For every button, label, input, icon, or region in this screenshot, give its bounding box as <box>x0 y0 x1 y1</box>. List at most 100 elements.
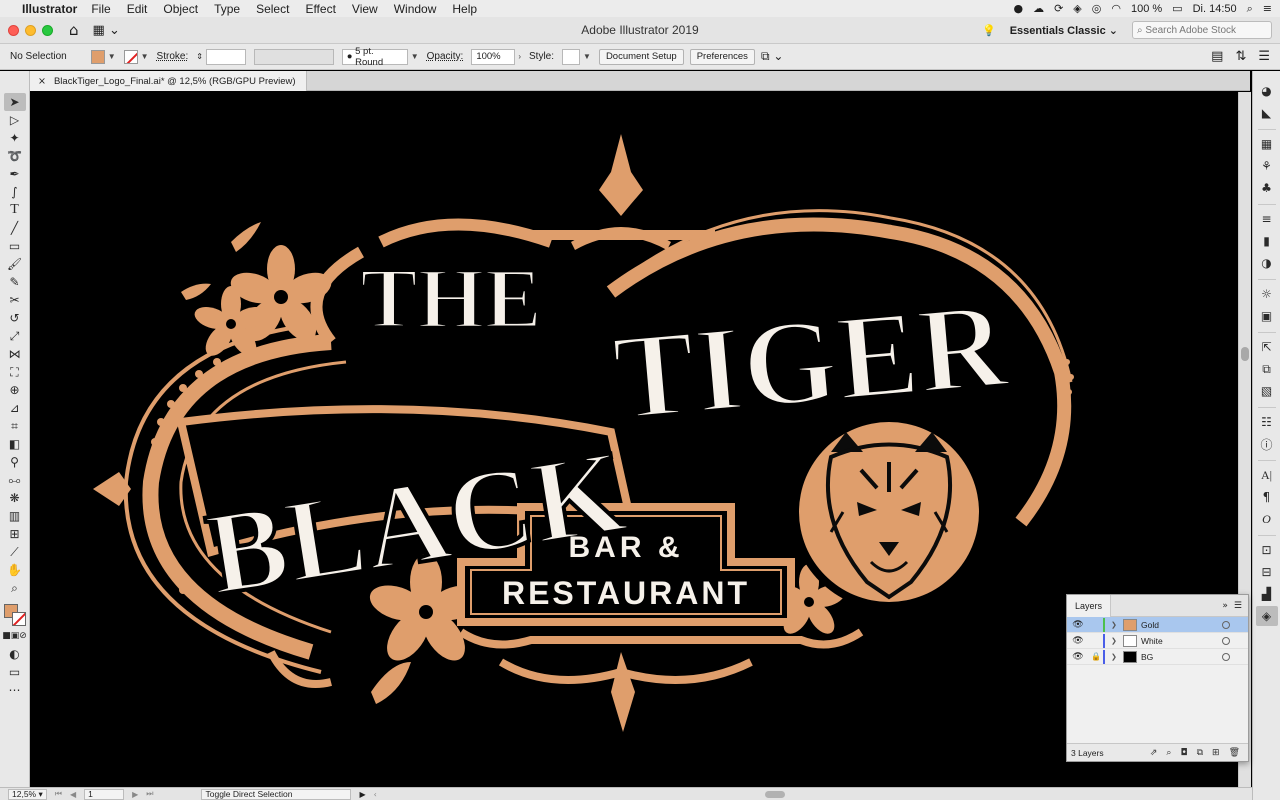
graphic-styles-panel-icon[interactable]: ▣ <box>1256 306 1278 326</box>
target-icon[interactable]: ◎ <box>1092 2 1102 15</box>
lock-icon[interactable]: 🔒 <box>1089 652 1103 661</box>
preferences-button[interactable]: Preferences <box>689 48 755 65</box>
column-graph-tool-icon[interactable]: ▥ <box>4 507 26 525</box>
layers-tab[interactable]: Layers <box>1067 594 1112 617</box>
close-window-button[interactable] <box>8 24 19 36</box>
draw-mode-icon[interactable]: ◐ <box>4 645 26 663</box>
zoom-level-field[interactable]: 12,5% ▾ <box>8 788 47 800</box>
status-tool-hint[interactable]: Toggle Direct Selection <box>201 788 352 800</box>
transparency-panel-icon[interactable]: ◑ <box>1256 253 1278 273</box>
shaper-tool-icon[interactable]: ✎ <box>4 273 26 291</box>
rotate-tool-icon[interactable]: ↺ <box>4 309 26 327</box>
distribute-icon[interactable]: ⇅ <box>1235 49 1246 64</box>
menu-help[interactable]: Help <box>452 2 477 16</box>
color-mode-icon[interactable]: ■▣⊘ <box>2 627 27 645</box>
magic-wand-tool-icon[interactable]: ✦ <box>4 129 26 147</box>
appearance-panel-icon[interactable]: ☼ <box>1256 284 1278 304</box>
layers-panel-icon[interactable]: ◈ <box>1255 606 1278 626</box>
character-panel-icon[interactable]: A| <box>1256 465 1278 485</box>
visibility-eye-icon[interactable]: 👁 <box>1067 620 1089 630</box>
adobe-stock-search[interactable]: ⌕ Search Adobe Stock <box>1132 21 1272 39</box>
stroke-weight-stepper[interactable]: ⇕ <box>196 48 246 65</box>
color-panel-icon[interactable]: ◕ <box>1256 81 1278 101</box>
pen-tool-icon[interactable]: ✒ <box>4 165 26 183</box>
links-panel-icon[interactable]: ☷ <box>1256 412 1278 432</box>
transform-panel-icon[interactable]: ⇱ <box>1256 337 1278 357</box>
layer-name[interactable]: Gold <box>1141 620 1222 630</box>
symbols-panel-icon[interactable]: ♣ <box>1256 178 1278 198</box>
layer-name[interactable]: BG <box>1141 652 1222 662</box>
align-panel-icon[interactable]: ⧉ <box>1256 359 1278 379</box>
menu-type[interactable]: Type <box>214 2 240 16</box>
minimize-window-button[interactable] <box>25 24 36 36</box>
line-tool-icon[interactable]: ╱ <box>4 219 26 237</box>
fill-stroke-control[interactable] <box>3 603 27 627</box>
clock[interactable]: Di. 14:50 <box>1193 3 1237 15</box>
menu-window[interactable]: Window <box>394 2 437 16</box>
document-setup-button[interactable]: Document Setup <box>598 48 684 65</box>
horizontal-scroll-thumb[interactable] <box>764 790 785 798</box>
artboards-panel-icon[interactable]: ⊡ <box>1256 540 1278 560</box>
locate-object-icon[interactable]: ⌕ <box>1166 748 1171 758</box>
rectangle-tool-icon[interactable]: ▭ <box>4 237 26 255</box>
variable-width-profile[interactable] <box>253 48 334 65</box>
artboard-last-icon[interactable]: ⏭ <box>146 789 153 799</box>
paragraph-panel-icon[interactable]: ¶ <box>1256 487 1278 507</box>
free-transform-tool-icon[interactable]: ⛶ <box>4 363 26 381</box>
color-guide-icon[interactable]: ◣ <box>1256 103 1278 123</box>
stroke-weight-field[interactable] <box>205 48 246 65</box>
graphic-style-control[interactable]: ▼ <box>562 48 591 65</box>
gradient-tool-icon[interactable]: ◧ <box>4 435 26 453</box>
direct-selection-tool-icon[interactable]: ▷ <box>4 111 26 129</box>
opacity-field[interactable]: 100% <box>471 48 516 65</box>
layer-row-bg[interactable]: 👁 🔒 ❯ BG <box>1067 649 1248 665</box>
menu-object[interactable]: Object <box>163 2 198 16</box>
lasso-tool-icon[interactable]: ➰ <box>4 147 26 165</box>
new-sublayer-icon[interactable]: ⧉ <box>1197 748 1203 758</box>
home-icon[interactable]: ⌂ <box>69 21 79 39</box>
menu-effect[interactable]: Effect <box>305 2 335 16</box>
stroke-panel-icon[interactable]: ≡ <box>1256 209 1278 229</box>
layer-target-icon[interactable] <box>1222 636 1230 645</box>
stroke-box[interactable] <box>11 612 26 626</box>
opentype-panel-icon[interactable]: O <box>1256 509 1278 529</box>
artboard-prev-icon[interactable]: ◀ <box>70 790 76 799</box>
visibility-eye-icon[interactable]: 👁 <box>1067 652 1089 662</box>
artboard-next-icon[interactable]: ▶ <box>132 790 138 799</box>
shape-builder-tool-icon[interactable]: ⊕ <box>4 381 26 399</box>
close-tab-icon[interactable]: × <box>38 76 46 87</box>
panel-menu-icon[interactable]: ☰ <box>1258 49 1270 64</box>
expand-arrow-icon[interactable]: ❯ <box>1111 621 1123 629</box>
layer-row-gold[interactable]: 👁 ❯ Gold <box>1067 617 1248 633</box>
battery-icon[interactable]: ▭ <box>1172 2 1182 15</box>
menu-select[interactable]: Select <box>256 2 289 16</box>
layer-target-icon[interactable] <box>1222 620 1230 629</box>
arrange-documents-icon[interactable]: ▦ ⌄ <box>93 23 120 38</box>
transform-icon[interactable]: ⧉ ⌄ <box>761 49 783 64</box>
record-icon[interactable]: ● <box>1013 2 1023 15</box>
lightbulb-icon[interactable]: 💡 <box>982 24 996 37</box>
swatches-panel-icon[interactable]: ▦ <box>1256 134 1278 154</box>
brushes-panel-icon[interactable]: ⚘ <box>1256 156 1278 176</box>
scale-tool-icon[interactable]: ⤢ <box>4 327 26 345</box>
document-info-panel-icon[interactable]: ⓘ <box>1256 434 1278 454</box>
curvature-tool-icon[interactable]: ∫ <box>4 183 26 201</box>
width-tool-icon[interactable]: ⋈ <box>4 345 26 363</box>
gradient-panel-icon[interactable]: ▮ <box>1256 231 1278 251</box>
opacity-control[interactable]: 100% › <box>471 48 521 65</box>
brush-definition[interactable]: ● 5 pt. Round ▼ <box>341 46 419 68</box>
fill-color-control[interactable]: ▼ <box>90 49 116 64</box>
stroke-color-control[interactable]: ▼ <box>123 49 149 64</box>
workspace-switcher[interactable]: Essentials Classic ⌄ <box>1010 24 1118 37</box>
document-tab[interactable]: × BlackTiger_Logo_Final.ai* @ 12,5% (RGB… <box>30 71 307 91</box>
artboard-tool-icon[interactable]: ⊞ <box>4 525 26 543</box>
scissors-tool-icon[interactable]: ✂ <box>4 291 26 309</box>
blend-tool-icon[interactable]: ⧟ <box>4 471 26 489</box>
sync-icon[interactable]: ⟳ <box>1054 2 1063 15</box>
asset-export-panel-icon[interactable]: ⊟ <box>1256 562 1278 582</box>
expand-arrow-icon[interactable]: ❯ <box>1111 653 1123 661</box>
layer-name[interactable]: White <box>1141 636 1222 646</box>
status-menu-arrow-icon[interactable]: ▶ <box>359 790 365 799</box>
layer-row-white[interactable]: 👁 ❯ White <box>1067 633 1248 649</box>
mesh-tool-icon[interactable]: ⌗ <box>4 417 26 435</box>
